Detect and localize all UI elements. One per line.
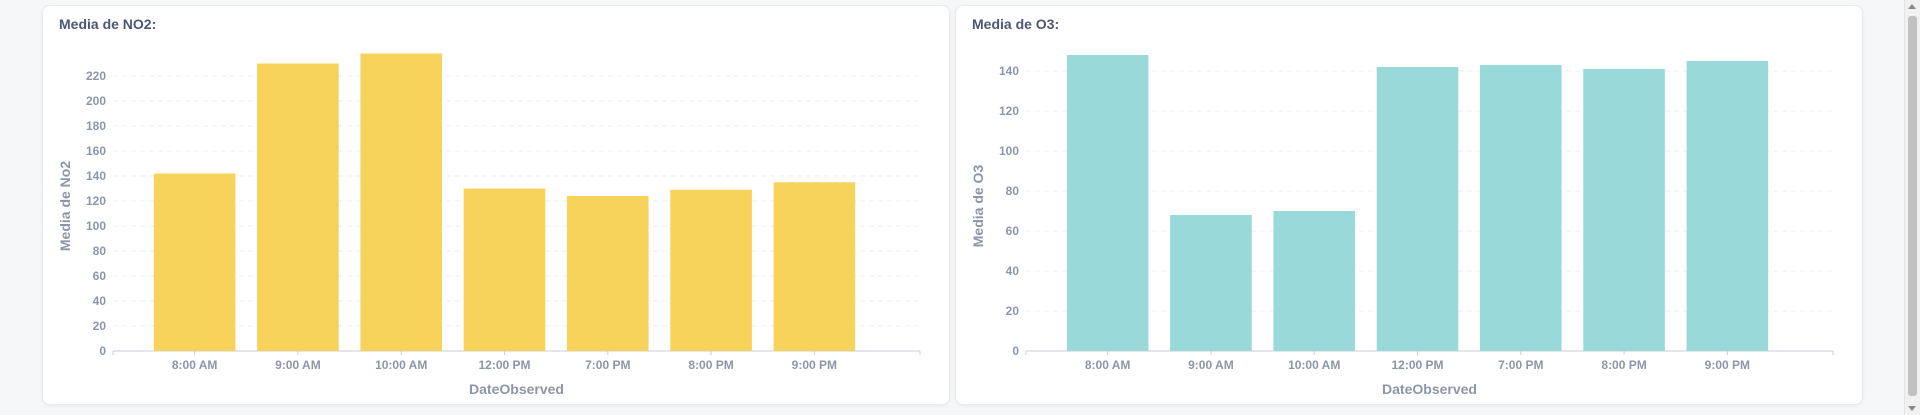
bar[interactable] [153, 173, 236, 352]
y-tick-label: 120 [86, 194, 106, 208]
x-tick-label: 7:00 PM [1498, 358, 1543, 372]
no2-chart-card: Media de NO2: 0 20 40 60 80 100 120 140 160 180 20… [42, 5, 950, 405]
no2-bar-chart: 0 20 40 60 80 100 120 140 160 180 200 220 8:00 AM 9:0… [57, 53, 921, 397]
y-tick-label: 100 [86, 219, 106, 233]
o3-bar-chart: 0 20 40 60 80 100 120 140 8:00 AM 9:00 AM 10:00 AM… [970, 55, 1834, 397]
x-tick-label: 12:00 PM [1391, 358, 1443, 372]
bar[interactable] [670, 189, 752, 351]
y-axis-label: Media de O3 [970, 165, 986, 248]
y-tick-label: 60 [93, 269, 107, 283]
x-tick-label: 10:00 AM [1288, 358, 1340, 372]
y-tick-label: 160 [86, 144, 106, 158]
x-tick-label: 8:00 PM [1601, 358, 1646, 372]
y-tick-label: 80 [1006, 184, 1020, 198]
y-tick-label: 60 [1006, 224, 1020, 238]
bar[interactable] [1479, 65, 1562, 351]
bar[interactable] [1066, 55, 1149, 351]
y-tick-label: 0 [99, 344, 106, 358]
x-tick-label: 9:00 AM [275, 358, 321, 372]
y-tick-label: 200 [86, 94, 106, 108]
bar[interactable] [360, 53, 443, 352]
scroll-up-icon[interactable] [1908, 4, 1916, 9]
y-tick-label: 20 [93, 319, 107, 333]
page-scrollbar[interactable] [1904, 0, 1920, 415]
x-tick-label: 10:00 AM [375, 358, 427, 372]
scrollbar-thumb[interactable] [1908, 16, 1917, 396]
y-tick-label: 100 [999, 144, 1019, 158]
bar[interactable] [1273, 211, 1356, 351]
x-tick-label: 9:00 AM [1188, 358, 1234, 372]
bar[interactable] [566, 196, 649, 351]
y-tick-label: 140 [86, 169, 106, 183]
y-tick-label: 220 [86, 69, 106, 83]
y-tick-label: 80 [93, 244, 107, 258]
bar[interactable] [1686, 61, 1769, 351]
y-tick-label: 140 [999, 64, 1019, 78]
x-tick-label: 7:00 PM [585, 358, 630, 372]
x-axis-label: DateObserved [1382, 381, 1477, 397]
x-tick-label: 8:00 PM [688, 358, 733, 372]
x-axis-label: DateObserved [469, 381, 564, 397]
y-tick-label: 20 [1006, 304, 1020, 318]
scroll-down-icon[interactable] [1908, 406, 1916, 411]
x-tick-label: 12:00 PM [478, 358, 530, 372]
bar[interactable] [1376, 67, 1459, 351]
bar[interactable] [1170, 215, 1252, 351]
bar[interactable] [463, 188, 546, 352]
y-tick-label: 40 [93, 294, 107, 308]
y-axis-label: Media de No2 [57, 161, 73, 251]
y-tick-label: 180 [86, 119, 106, 133]
y-tick-label: 40 [1006, 264, 1020, 278]
bar[interactable] [257, 63, 339, 352]
y-tick-label: 120 [999, 104, 1019, 118]
bar[interactable] [773, 182, 856, 351]
y-tick-label: 0 [1012, 344, 1019, 358]
x-tick-label: 8:00 AM [1085, 358, 1131, 372]
bar[interactable] [1583, 69, 1665, 351]
x-tick-label: 9:00 PM [1705, 358, 1750, 372]
o3-chart-card: Media de O3: 0 20 40 60 80 100 120 140 8:00 AM 9:… [955, 5, 1863, 405]
x-tick-label: 9:00 PM [792, 358, 837, 372]
x-tick-label: 8:00 AM [172, 358, 218, 372]
